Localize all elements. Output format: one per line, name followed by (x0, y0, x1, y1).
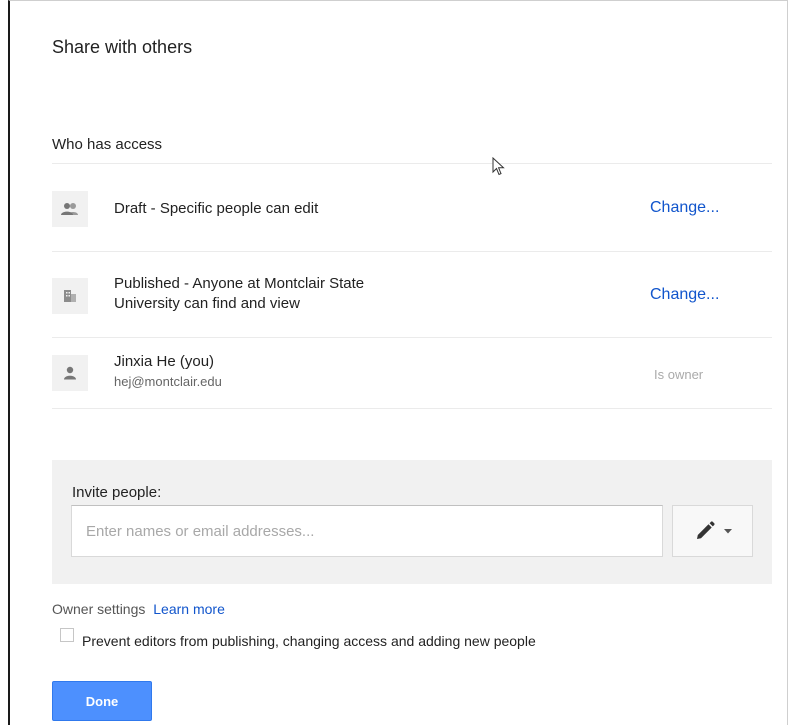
permission-dropdown-button[interactable] (672, 505, 753, 557)
share-dialog: Share with others Who has access Draft -… (8, 0, 788, 725)
owner-row: Jinxia He (you) hej@montclair.edu (114, 352, 222, 392)
change-draft-access-link[interactable]: Change... (650, 199, 719, 217)
divider (52, 163, 772, 164)
owner-role-label: Is owner (654, 367, 704, 382)
dialog-title: Share with others (52, 37, 193, 57)
done-button[interactable]: Done (52, 681, 152, 721)
divider (52, 251, 772, 252)
access-row-published: Published - Anyone at Montclair State Un… (114, 274, 364, 314)
invite-input[interactable] (71, 505, 663, 557)
mouse-pointer-icon (492, 157, 505, 176)
learn-more-link[interactable]: Learn more (153, 601, 225, 617)
published-line-2: University can find and view (114, 295, 300, 312)
owner-email: hej@montclair.edu (114, 374, 222, 389)
chevron-down-icon (723, 528, 732, 533)
prevent-editors-checkbox[interactable] (60, 628, 74, 642)
owner-name: Jinxia He (you) (114, 353, 215, 370)
published-line-1: Published - Anyone at Montclair State (114, 275, 365, 292)
access-heading: Who has access (52, 136, 163, 153)
person-icon (52, 355, 88, 391)
people-icon (52, 191, 88, 227)
divider (52, 408, 772, 409)
prevent-editors-label: Prevent editors from publishing, changin… (82, 633, 536, 649)
pencil-icon (696, 521, 715, 539)
access-row-draft: Draft - Specific people can edit (114, 200, 319, 217)
invite-label: Invite people: (72, 484, 162, 501)
building-icon (52, 278, 88, 314)
divider (52, 337, 772, 338)
owner-settings-label: Owner settings (52, 601, 146, 617)
owner-settings: Owner settings Learn more (52, 601, 225, 617)
change-published-access-link[interactable]: Change... (650, 286, 719, 304)
invite-panel: Invite people: (52, 460, 772, 584)
